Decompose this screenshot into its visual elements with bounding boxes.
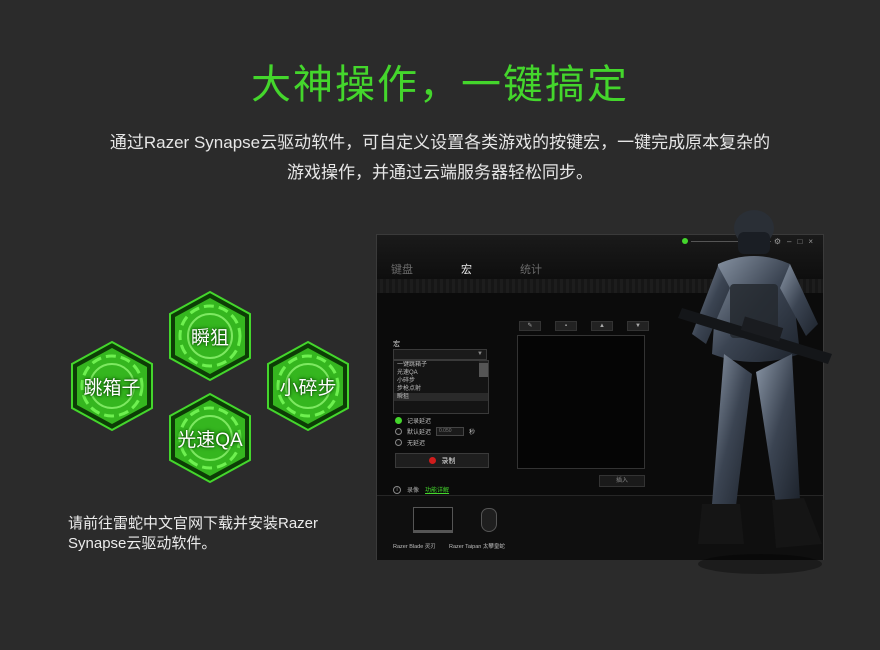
chevron-down-icon: ▼ — [477, 351, 483, 357]
delay-unit: 秒 — [469, 430, 476, 436]
tab-macro[interactable]: 宏 — [461, 261, 472, 277]
macro-list[interactable]: 一键跳箱子 光速QA 小碎步 步枪点射 瞬狙 — [393, 360, 489, 414]
macro-list-item[interactable]: 一键跳箱子 — [394, 361, 488, 369]
record-label: 录制 — [441, 457, 456, 465]
hex-label: 光速QA — [177, 429, 243, 451]
option-default-delay[interactable]: 默认延迟 0.050 秒 — [395, 426, 475, 437]
hex-label: 瞬狙 — [190, 327, 229, 349]
hint-row: i 录像 功能详解 — [393, 485, 449, 494]
delay-input[interactable]: 0.050 — [436, 427, 465, 436]
option-record-delay[interactable]: 记录延迟 — [395, 415, 475, 426]
macro-editor-panel[interactable] — [517, 335, 645, 469]
hint-label: 录像 — [407, 488, 420, 494]
laptop-icon — [413, 507, 453, 533]
page-subtitle: 通过Razer Synapse云驱动软件，可自定义设置各类游戏的按键宏，一键完成… — [80, 128, 800, 188]
macro-list-item[interactable]: 瞬狙 — [394, 393, 488, 401]
record-button[interactable]: 录制 — [395, 453, 489, 468]
hex-badge-small-steps: 小碎步 — [262, 340, 354, 432]
macro-section-label: 宏 — [393, 341, 400, 348]
tab-keyboard[interactable]: 键盘 — [391, 261, 413, 277]
mouse-icon — [481, 508, 497, 532]
edit-icon[interactable]: ✎ — [519, 321, 541, 331]
download-note: 请前往雷蛇中文官网下载并安装Razer Synapse云驱动软件。 — [68, 515, 319, 552]
move-up-icon[interactable]: ▲ — [591, 321, 613, 331]
device-name: Razer Taipan 太攀皇蛇 — [449, 544, 505, 550]
macro-list-item[interactable]: 光速QA — [394, 369, 488, 377]
hex-label: 小碎步 — [279, 377, 337, 399]
hex-badge-quick-qa: 光速QA — [164, 392, 256, 484]
option-label: 记录延迟 — [407, 419, 432, 425]
macro-editor-toolbar: ✎ ▪ ▲ ▼ — [519, 321, 649, 331]
macro-dropdown[interactable]: ▼ — [393, 349, 487, 360]
delete-icon[interactable]: ▪ — [555, 321, 577, 331]
insert-button[interactable]: 插入 — [599, 475, 645, 487]
page-headline: 大神操作，一键搞定 — [251, 63, 629, 107]
info-icon: i — [393, 485, 401, 494]
app-tabs: 键盘 宏 统计 — [391, 261, 542, 277]
option-no-delay[interactable]: 无延迟 — [395, 437, 475, 448]
radio-record-delay[interactable] — [395, 417, 402, 424]
scrollbar-thumb[interactable] — [479, 363, 488, 377]
hex-badge-box-jump: 跳箱子 — [66, 340, 158, 432]
soldier-illustration — [678, 210, 832, 574]
radio-default-delay[interactable] — [395, 428, 402, 435]
subtitle-line-1: 通过Razer Synapse云驱动软件，可自定义设置各类游戏的按键宏，一键完成… — [109, 133, 771, 152]
device-razer-taipan[interactable]: Razer Taipan 太攀皇蛇 — [449, 502, 529, 550]
tab-stats[interactable]: 统计 — [520, 261, 542, 277]
move-down-icon[interactable]: ▼ — [627, 321, 649, 331]
macro-list-item[interactable]: 小碎步 — [394, 377, 488, 385]
hex-badge-quick-scope: 瞬狙 — [164, 290, 256, 382]
delay-options: 记录延迟 默认延迟 0.050 秒 无延迟 — [395, 415, 475, 448]
subtitle-line-2: 游戏操作，并通过云端服务器轻松同步。 — [287, 163, 593, 182]
hex-label: 跳箱子 — [83, 377, 141, 399]
feature-details-link[interactable]: 功能详解 — [425, 485, 449, 494]
radio-no-delay[interactable] — [395, 439, 402, 446]
macro-list-scrollbar[interactable] — [479, 361, 488, 377]
record-icon — [428, 457, 436, 464]
macro-list-item[interactable]: 步枪点射 — [394, 385, 488, 393]
option-label: 默认延迟 — [407, 430, 432, 436]
option-label: 无延迟 — [407, 441, 426, 447]
macro-hex-cluster: 瞬狙 跳箱子 小碎步 光速QA — [60, 290, 360, 490]
